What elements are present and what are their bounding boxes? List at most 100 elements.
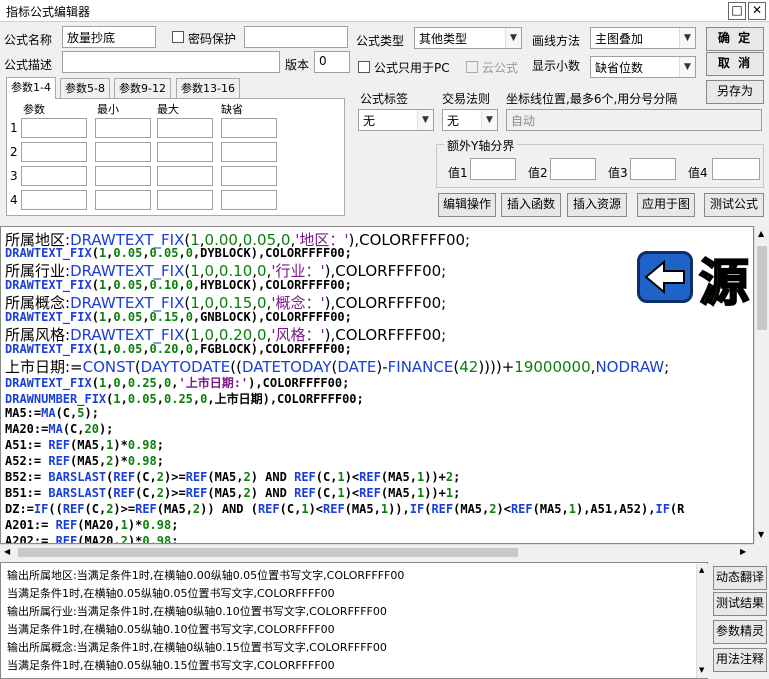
edit-ops-button[interactable]: 编辑操作 — [438, 193, 496, 217]
tab-params-1-4[interactable]: 参数1-4 — [6, 77, 56, 99]
param-max-cell[interactable] — [157, 190, 213, 210]
param-min-cell[interactable] — [95, 166, 151, 186]
scroll-thumb[interactable] — [18, 548, 518, 557]
param-name-cell[interactable] — [21, 142, 87, 162]
draw-method-value: 主图叠加 — [595, 32, 644, 46]
scroll-down-icon[interactable]: ▼ — [699, 666, 704, 674]
formula-desc-input[interactable] — [62, 51, 280, 73]
formula-tag-label: 公式标签 — [360, 92, 409, 106]
value2-label: 值2 — [528, 166, 548, 180]
code-line: DRAWTEXT_FIX(1,0.05,0.15,0,GNBLOCK),COLO… — [5, 310, 352, 324]
insert-resource-button[interactable]: 插入资源 — [567, 193, 627, 217]
ok-button[interactable]: 确 定 — [706, 27, 764, 51]
param-max-cell[interactable] — [157, 118, 213, 138]
output-line: 当满足条件1时,在横轴0.05纵轴0.10位置书写文字,COLORFFFF00 — [7, 623, 335, 636]
chevron-down-icon: ▼ — [481, 110, 497, 130]
chevron-down-icon: ▼ — [417, 110, 433, 130]
code-vertical-scrollbar[interactable]: ▲ ▼ — [754, 226, 769, 544]
scroll-thumb[interactable] — [757, 246, 767, 330]
param-max-cell[interactable] — [157, 166, 213, 186]
formula-tag-select[interactable]: 无 ▼ — [358, 109, 434, 131]
scroll-down-icon[interactable]: ▼ — [758, 530, 764, 539]
code-line: DRAWNUMBER_FIX(1,0.05,0.25,0,上市日期),COLOR… — [5, 392, 364, 406]
param-max-cell[interactable] — [157, 142, 213, 162]
value1-input[interactable] — [470, 158, 516, 180]
value1-label: 值1 — [448, 166, 468, 180]
restore-button[interactable]: □ — [728, 2, 746, 20]
scroll-up-icon[interactable]: ▲ — [758, 229, 764, 238]
save-as-button[interactable]: 另存为 — [706, 80, 764, 104]
code-line: DRAWTEXT_FIX(1,0,0.25,0,'上市日期:'),COLORFF… — [5, 376, 350, 390]
param-wizard-button[interactable]: 参数精灵 — [713, 620, 767, 644]
tab-params-9-12[interactable]: 参数9-12 — [114, 78, 171, 99]
formula-desc-label: 公式描述 — [4, 58, 53, 72]
chevron-down-icon: ▼ — [505, 28, 521, 48]
param-table: 参数 最小 最大 缺省 1 2 3 4 — [6, 98, 345, 216]
chevron-down-icon: ▼ — [679, 28, 695, 48]
code-line: A52:= REF(MA5,2)*0.98; — [5, 454, 164, 468]
password-input[interactable] — [244, 26, 348, 48]
draw-method-select[interactable]: 主图叠加 ▼ — [590, 27, 696, 49]
test-formula-button[interactable]: 测试公式 — [704, 193, 764, 217]
scroll-right-icon[interactable]: ▶ — [740, 547, 746, 556]
tab-params-13-16[interactable]: 参数13-16 — [176, 78, 240, 99]
chevron-down-icon: ▼ — [679, 57, 695, 77]
cancel-button[interactable]: 取 消 — [706, 52, 764, 76]
title-bar: 指标公式编辑器 □ ✕ — [0, 0, 769, 22]
tab-params-5-8[interactable]: 参数5-8 — [60, 78, 110, 99]
code-line: A202:= REF(MA20,2)*0.98; — [5, 534, 179, 544]
output-line: 输出所属行业:当满足条件1时,在横轴0纵轴0.10位置书写文字,COLORFFF… — [7, 605, 387, 618]
param-name-cell[interactable] — [21, 166, 87, 186]
close-button[interactable]: ✕ — [748, 2, 766, 20]
password-label: 密码保护 — [188, 32, 237, 46]
value2-input[interactable] — [550, 158, 596, 180]
param-default-cell[interactable] — [221, 166, 277, 186]
param-min-cell[interactable] — [95, 142, 151, 162]
trade-rule-select[interactable]: 无 ▼ — [442, 109, 498, 131]
param-header-min: 最小 — [97, 103, 119, 116]
code-line: A51:= REF(MA5,1)*0.98; — [5, 438, 164, 452]
scroll-up-icon[interactable]: ▲ — [699, 566, 704, 574]
coord-line-input[interactable]: 自动 — [506, 109, 762, 131]
code-line: DRAWTEXT_FIX(1,0.05,0.20,0,FGBLOCK),COLO… — [5, 342, 352, 356]
left-arrow-icon — [637, 251, 693, 303]
code-line: MA5:=MA(C,5); — [5, 406, 99, 420]
decimals-select[interactable]: 缺省位数 ▼ — [590, 56, 696, 78]
cloud-formula-checkbox[interactable] — [466, 61, 478, 73]
code-editor[interactable]: 所属地区:DRAWTEXT_FIX(1,0.00,0.05,0,'地区：'),C… — [0, 226, 754, 544]
param-default-cell[interactable] — [221, 118, 277, 138]
code-line: B52:= BARSLAST(REF(C,2)>=REF(MA5,2) AND … — [5, 470, 461, 484]
code-horizontal-scrollbar[interactable]: ◀ ▶ — [0, 544, 754, 559]
formula-type-value: 其他类型 — [419, 32, 468, 46]
output-scrollbar[interactable]: ▲ ▼ — [696, 564, 708, 678]
param-min-cell[interactable] — [95, 118, 151, 138]
translation-output[interactable]: 输出所属地区:当满足条件1时,在横轴0.00纵轴0.05位置书写文字,COLOR… — [0, 562, 708, 679]
formula-type-select[interactable]: 其他类型 ▼ — [414, 27, 522, 49]
param-header-default: 缺省 — [221, 103, 243, 116]
password-checkbox[interactable] — [172, 31, 184, 43]
dynamic-translate-button[interactable]: 动态翻译 — [713, 566, 767, 590]
param-name-cell[interactable] — [21, 190, 87, 210]
scroll-left-icon[interactable]: ◀ — [4, 547, 10, 556]
output-line: 输出所属概念:当满足条件1时,在横轴0纵轴0.15位置书写文字,COLORFFF… — [7, 641, 387, 654]
param-min-cell[interactable] — [95, 190, 151, 210]
insert-function-button[interactable]: 插入函数 — [501, 193, 561, 217]
param-default-cell[interactable] — [221, 142, 277, 162]
decimals-label: 显示小数 — [532, 59, 581, 73]
left-arrow-icon-svg — [644, 259, 685, 295]
value4-input[interactable] — [712, 158, 760, 180]
formula-name-input[interactable]: 放量抄底 — [62, 26, 156, 48]
param-name-cell[interactable] — [21, 118, 87, 138]
trade-rule-label: 交易法则 — [442, 92, 491, 106]
value3-input[interactable] — [630, 158, 676, 180]
version-input[interactable]: 0 — [314, 51, 350, 73]
value3-label: 值3 — [608, 166, 628, 180]
pc-only-checkbox[interactable] — [358, 61, 370, 73]
apply-to-chart-button[interactable]: 应用于图 — [637, 193, 695, 217]
output-line: 当满足条件1时,在横轴0.05纵轴0.05位置书写文字,COLORFFFF00 — [7, 587, 335, 600]
usage-note-button[interactable]: 用法注释 — [713, 648, 767, 672]
output-line: 输出所属地区:当满足条件1时,在横轴0.00纵轴0.05位置书写文字,COLOR… — [7, 569, 405, 582]
param-row-index: 2 — [10, 145, 18, 159]
test-result-button[interactable]: 测试结果 — [713, 592, 767, 616]
param-default-cell[interactable] — [221, 190, 277, 210]
